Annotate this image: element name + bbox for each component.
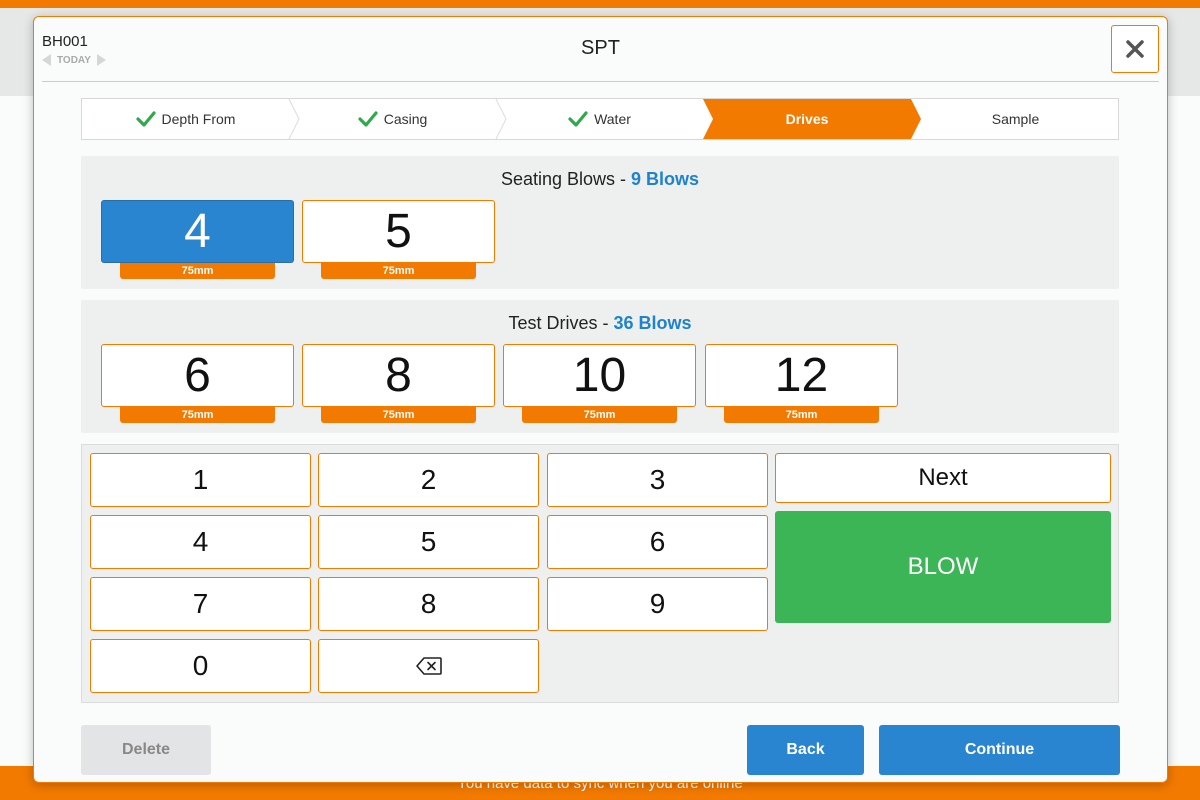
delete-button[interactable]: Delete [81, 725, 211, 775]
check-icon [135, 111, 156, 127]
key-0[interactable]: 0 [90, 639, 311, 693]
drive-blow-value: 8 [385, 349, 412, 402]
step-indicator: Depth From Casing Water Drives Sample [81, 98, 1119, 140]
header-divider [42, 81, 1159, 82]
drive-blow-value: 4 [184, 205, 211, 258]
backspace-key[interactable] [318, 639, 539, 693]
drive-length-tag: 75mm [321, 263, 476, 279]
title-separator: - [615, 169, 632, 189]
check-icon [358, 111, 378, 127]
test-drive-card[interactable]: 10 [503, 344, 696, 407]
test-drives-panel: Test Drives - 36 Blows 6 75mm 8 75mm 10 … [81, 300, 1119, 433]
drive-length-tag: 75mm [120, 407, 275, 423]
test-drive-card[interactable]: 6 [101, 344, 294, 407]
drive-blow-value: 6 [184, 349, 211, 402]
key-5[interactable]: 5 [318, 515, 539, 569]
backspace-icon [415, 657, 442, 675]
blow-button[interactable]: BLOW [775, 511, 1111, 623]
key-4[interactable]: 4 [90, 515, 311, 569]
seating-title-text: Seating Blows [500, 169, 616, 189]
test-drive-card[interactable]: 12 [705, 344, 898, 407]
seating-blows-title: Seating Blows - 9 Blows [81, 169, 1119, 190]
step-drives[interactable]: Drives [703, 99, 911, 139]
next-button[interactable]: Next [775, 453, 1111, 503]
key-8[interactable]: 8 [318, 577, 539, 631]
close-icon [1126, 40, 1144, 58]
test-title-text: Test Drives [508, 313, 598, 333]
modal-title: SPT [581, 37, 620, 59]
test-blows-count: 36 Blows [613, 313, 692, 333]
check-icon [568, 111, 588, 127]
step-label: Drives [785, 111, 829, 127]
step-casing[interactable]: Casing [289, 99, 496, 139]
drive-blow-value: 12 [774, 349, 829, 402]
drive-length-tag: 75mm [522, 407, 677, 423]
step-label: Depth From [161, 111, 236, 127]
drive-length-tag: 75mm [724, 407, 879, 423]
key-3[interactable]: 3 [547, 453, 768, 507]
spt-modal: BH001 TODAY SPT Depth From Casing Water [33, 16, 1168, 783]
step-label: Water [594, 111, 631, 127]
app-top-bar [0, 0, 1200, 8]
seating-blows-panel: Seating Blows - 9 Blows 4 75mm 5 75mm [81, 156, 1119, 289]
test-drives-title: Test Drives - 36 Blows [81, 313, 1119, 334]
key-9[interactable]: 9 [547, 577, 768, 631]
seating-drive-card[interactable]: 4 [101, 200, 294, 263]
drive-length-tag: 75mm [321, 407, 476, 423]
key-1[interactable]: 1 [90, 453, 311, 507]
step-label: Sample [991, 111, 1040, 127]
numeric-keypad: 1 2 3 4 5 6 7 8 9 0 Next BLOW [81, 444, 1119, 703]
step-sample[interactable]: Sample [911, 99, 1118, 139]
continue-button[interactable]: Continue [879, 725, 1120, 775]
seating-blows-count: 9 Blows [631, 169, 700, 189]
title-separator: - [597, 313, 614, 333]
drive-blow-value: 5 [385, 205, 412, 258]
drive-length-tag: 75mm [120, 263, 275, 279]
step-depth-from[interactable]: Depth From [82, 99, 289, 139]
key-6[interactable]: 6 [547, 515, 768, 569]
test-drive-card[interactable]: 8 [302, 344, 495, 407]
step-water[interactable]: Water [496, 99, 703, 139]
back-button[interactable]: Back [747, 725, 864, 775]
seating-drive-card[interactable]: 5 [302, 200, 495, 263]
drive-blow-value: 10 [572, 349, 627, 402]
close-button[interactable] [1111, 25, 1159, 73]
step-label: Casing [383, 111, 428, 127]
key-2[interactable]: 2 [318, 453, 539, 507]
key-7[interactable]: 7 [90, 577, 311, 631]
